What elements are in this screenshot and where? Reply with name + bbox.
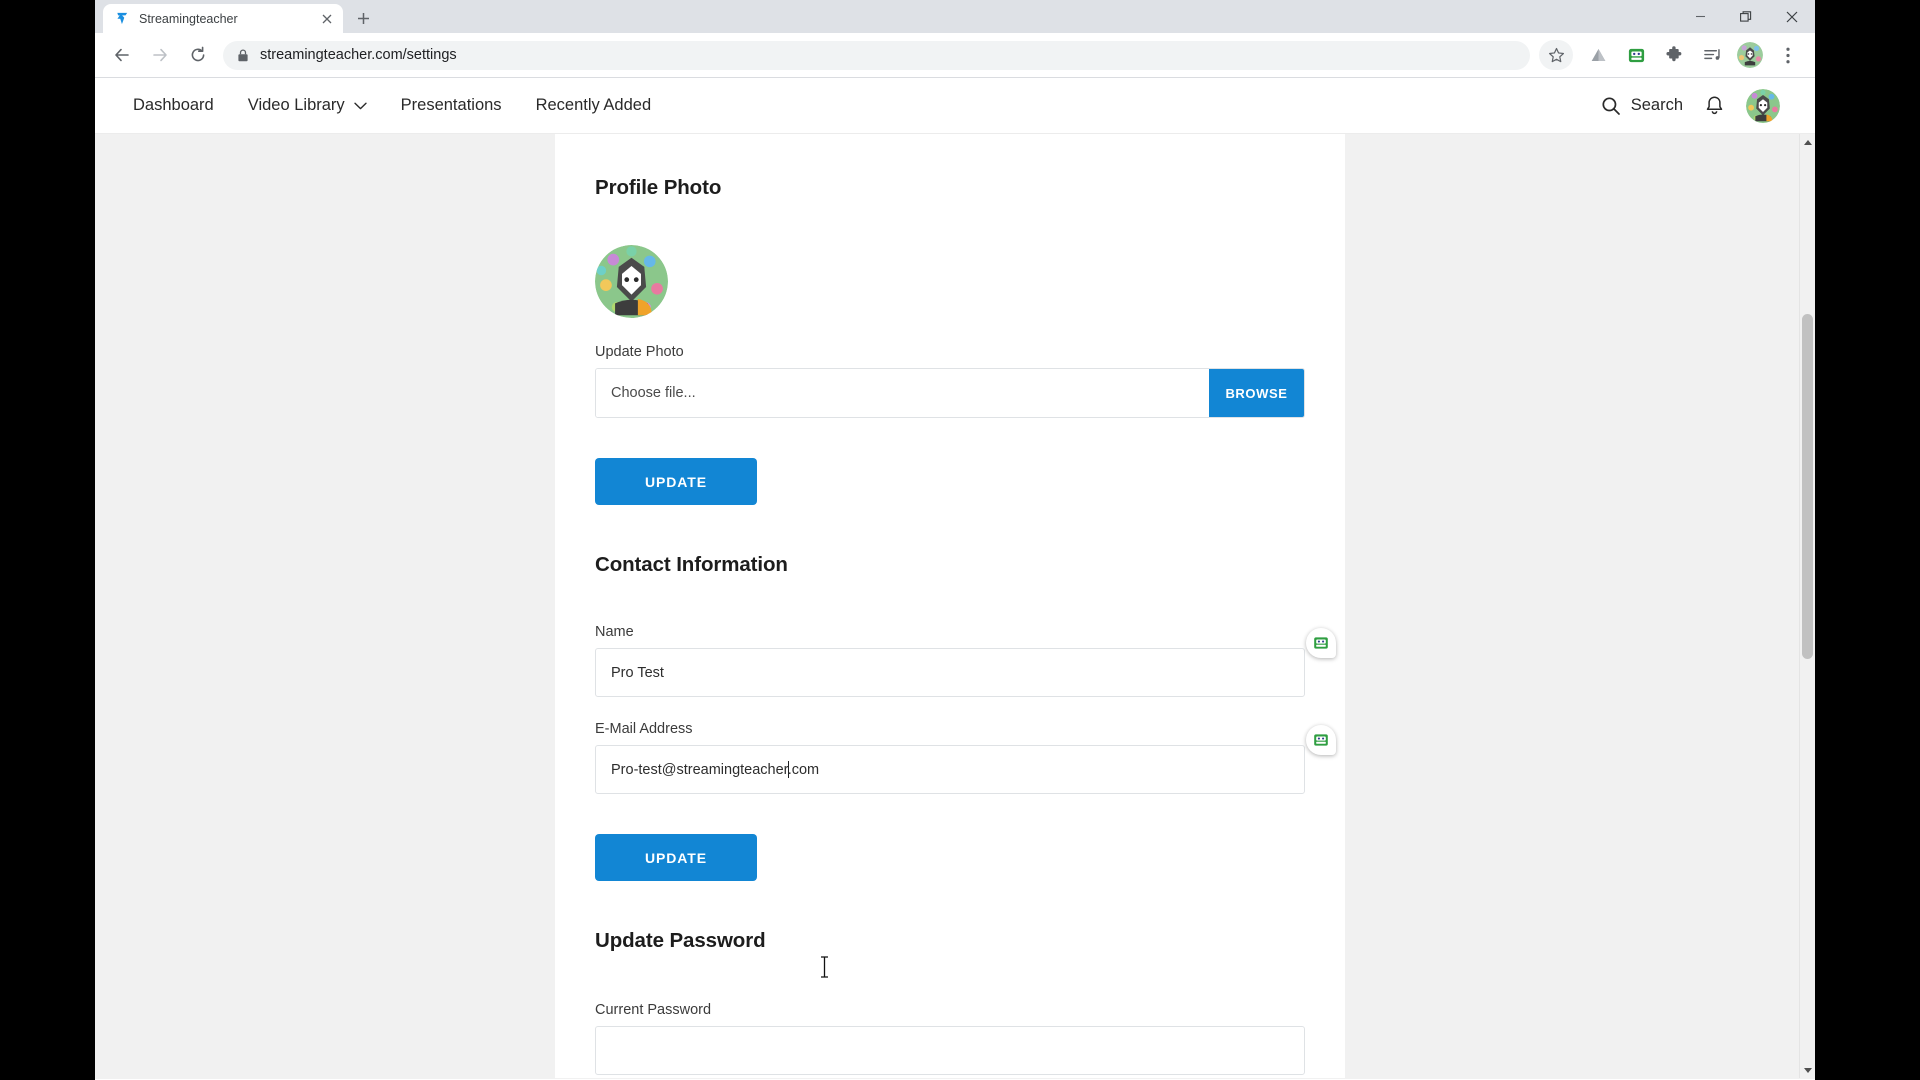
nav-item-presentations[interactable]: Presentations	[384, 96, 519, 115]
page-title-update-password: Update Password	[595, 929, 766, 952]
browse-button[interactable]: BROWSE	[1209, 369, 1304, 417]
main-navigation: Dashboard Video Library Presentations Re…	[133, 96, 668, 115]
header-actions: Search	[1601, 88, 1780, 123]
email-input[interactable]	[595, 745, 1305, 794]
roboform-robot-icon[interactable]	[1306, 725, 1336, 755]
browser-window: Streamingteacher streamingteacher.com/se…	[95, 0, 1815, 1080]
browser-tab-streamingteacher[interactable]: Streamingteacher	[103, 4, 343, 33]
browser-toolbar: streamingteacher.com/settings	[95, 33, 1815, 78]
file-upload-row: Choose file... BROWSE	[595, 368, 1305, 418]
nav-label: Recently Added	[535, 96, 652, 114]
profile-photo-avatar	[595, 245, 668, 318]
current-password-label: Current Password	[595, 1002, 712, 1018]
site-header: Dashboard Video Library Presentations Re…	[95, 78, 1815, 134]
nav-label: Dashboard	[133, 96, 214, 114]
new-tab-button[interactable]	[349, 4, 377, 32]
extensions-puzzle-icon[interactable]	[1659, 40, 1689, 70]
tab-strip: Streamingteacher	[95, 0, 1815, 33]
toolbar-actions	[1539, 40, 1807, 70]
close-icon[interactable]	[319, 11, 335, 27]
chrome-menu-icon[interactable]	[1773, 40, 1803, 70]
back-arrow-icon[interactable]	[107, 40, 137, 70]
settings-card: Profile Photo Update Photo Choose file..…	[555, 134, 1345, 1078]
scrollbar-thumb[interactable]	[1802, 314, 1813, 659]
name-field-group: Name	[595, 624, 1336, 697]
bell-icon[interactable]	[1705, 95, 1724, 116]
page-scrollbar[interactable]	[1799, 134, 1815, 1078]
reload-icon[interactable]	[183, 40, 213, 70]
scrollbar-track[interactable]	[1800, 150, 1815, 1062]
nav-label: Video Library	[247, 96, 345, 114]
current-password-group: Current Password	[595, 1002, 1305, 1075]
email-label: E-Mail Address	[595, 721, 693, 737]
nav-item-dashboard[interactable]: Dashboard	[133, 96, 231, 115]
file-input[interactable]: Choose file...	[596, 369, 1209, 417]
current-password-input[interactable]	[595, 1026, 1305, 1075]
close-icon[interactable]	[1769, 0, 1815, 33]
roboform-robot-icon[interactable]	[1621, 40, 1651, 70]
tab-title: Streamingteacher	[139, 11, 238, 26]
page-viewport: Dashboard Video Library Presentations Re…	[95, 78, 1815, 1079]
roboform-robot-icon[interactable]	[1306, 628, 1336, 658]
scroll-up-arrow-icon[interactable]	[1800, 134, 1815, 150]
url-text: streamingteacher.com/settings	[260, 47, 457, 63]
bookmark-star-icon[interactable]	[1539, 40, 1573, 70]
address-bar[interactable]: streamingteacher.com/settings	[223, 40, 1530, 70]
current-password-input-wrap	[595, 1026, 1305, 1075]
lock-icon	[237, 48, 249, 62]
name-input[interactable]	[595, 648, 1305, 697]
update-photo-group: Update Photo Choose file... BROWSE	[595, 344, 1305, 418]
chevron-down-icon	[353, 102, 367, 110]
settings-content: Profile Photo Update Photo Choose file..…	[95, 134, 1815, 1078]
page-title-profile-photo: Profile Photo	[595, 176, 722, 199]
text-caret	[788, 761, 789, 778]
scroll-down-arrow-icon[interactable]	[1800, 1062, 1815, 1078]
update-photo-label: Update Photo	[595, 344, 684, 360]
minimize-icon[interactable]	[1677, 0, 1723, 33]
media-playlist-icon[interactable]	[1697, 40, 1727, 70]
user-avatar-wolf[interactable]	[1746, 88, 1780, 123]
update-photo-button[interactable]: UPDATE	[595, 458, 757, 505]
page-title-contact-information: Contact Information	[595, 553, 788, 576]
nav-label: Presentations	[400, 96, 502, 114]
name-input-wrap	[595, 628, 1336, 697]
search-label: Search	[1630, 96, 1683, 114]
name-label: Name	[595, 624, 634, 640]
search-button[interactable]: Search	[1601, 96, 1683, 116]
window-controls	[1677, 0, 1815, 33]
nav-item-video-library[interactable]: Video Library	[231, 96, 384, 115]
restore-icon[interactable]	[1723, 0, 1769, 33]
forward-arrow-icon[interactable]	[145, 40, 175, 70]
nav-item-recently-added[interactable]: Recently Added	[519, 96, 669, 115]
profile-avatar-icon[interactable]	[1737, 42, 1763, 68]
update-contact-button[interactable]: UPDATE	[595, 834, 757, 881]
email-field-group: E-Mail Address	[595, 721, 1336, 794]
streamingteacher-logo-icon	[114, 10, 130, 27]
search-icon	[1601, 96, 1621, 116]
cloud-drive-icon[interactable]	[1583, 40, 1613, 70]
email-input-wrap	[595, 725, 1336, 794]
